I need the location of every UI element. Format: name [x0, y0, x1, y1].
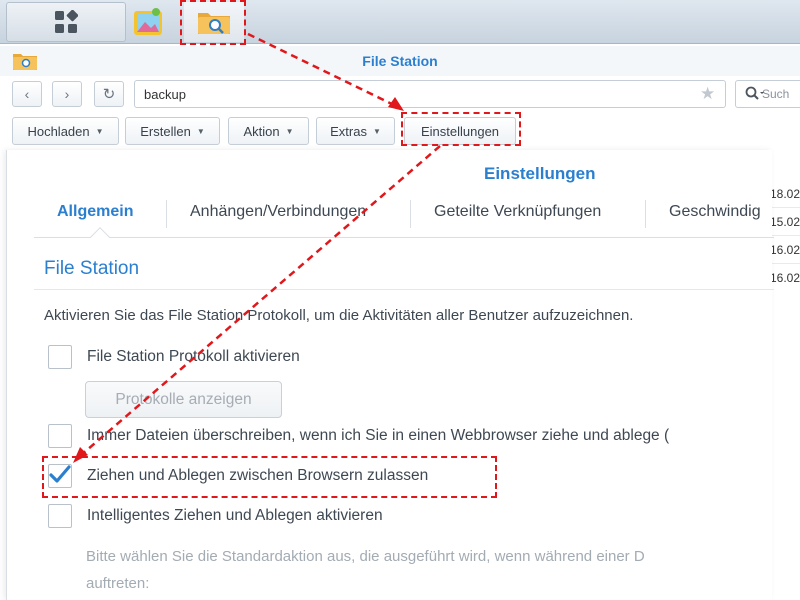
enable-log-label: File Station Protokoll aktivieren	[87, 348, 300, 365]
tab-separator	[645, 200, 646, 228]
background-date-cell: 16.02	[770, 243, 800, 257]
photo-app-icon	[134, 8, 162, 35]
extras-label: Extras	[330, 123, 367, 139]
annotation-box-option	[42, 456, 497, 498]
create-label: Erstellen	[140, 123, 191, 139]
action-label: Aktion	[243, 123, 280, 139]
section-divider	[34, 289, 774, 290]
caret-down-icon: ▼	[95, 126, 104, 136]
row-divider	[768, 235, 800, 236]
window-title: File Station	[362, 53, 438, 69]
overwrite-files-label: Immer Dateien überschreiben, wenn ich Si…	[87, 427, 670, 444]
forward-button[interactable]: ›	[52, 81, 82, 107]
section-title: File Station	[44, 258, 140, 279]
caret-down-icon: ▼	[196, 126, 205, 136]
log-description: Aktivieren Sie das File Station Protokol…	[44, 307, 634, 324]
annotation-box-taskbar	[180, 0, 246, 45]
chevron-left-icon: ‹	[24, 86, 30, 102]
grid-icon	[55, 10, 78, 33]
default-action-hint-cont: auftreten:	[86, 575, 150, 592]
tab-speed[interactable]: Geschwindig	[669, 203, 761, 221]
window-header[interactable]: File Station	[0, 46, 800, 76]
upload-button[interactable]: Hochladen ▼	[12, 117, 119, 145]
upload-label: Hochladen	[27, 123, 90, 139]
path-input[interactable]: backup	[134, 80, 726, 108]
tab-separator	[410, 200, 411, 228]
tab-attachments[interactable]: Anhängen/Verbindungen	[190, 203, 366, 221]
caret-down-icon: ▼	[372, 126, 381, 136]
dialog-title: Einstellungen	[484, 164, 596, 183]
background-date-cell: 18.02	[770, 187, 800, 201]
enable-log-checkbox[interactable]	[48, 345, 72, 369]
refresh-button[interactable]: ↻	[94, 81, 124, 107]
refresh-icon: ↻	[102, 86, 116, 103]
smart-dnd-checkbox[interactable]	[48, 504, 72, 528]
background-date-cell: 15.02	[770, 215, 800, 229]
create-button[interactable]: Erstellen ▼	[125, 117, 220, 145]
tabs-divider	[34, 237, 774, 238]
row-divider	[768, 207, 800, 208]
view-logs-button[interactable]: Protokolle anzeigen	[85, 381, 282, 418]
default-action-hint: Bitte wählen Sie die Standardaktion aus,…	[86, 548, 645, 565]
caret-down-icon: ▼	[285, 126, 294, 136]
chevron-right-icon: ›	[64, 86, 70, 102]
tab-general[interactable]: Allgemein	[57, 203, 133, 221]
main-menu-button[interactable]	[6, 2, 126, 42]
tab-separator	[166, 200, 167, 228]
annotation-box-settings	[401, 112, 521, 146]
taskbar	[0, 0, 800, 44]
favorite-star-icon[interactable]: ★	[700, 84, 715, 104]
overwrite-files-checkbox[interactable]	[48, 424, 72, 448]
action-button[interactable]: Aktion ▼	[228, 117, 309, 145]
back-button[interactable]: ‹	[12, 81, 42, 107]
background-date-cell: 16.02	[770, 271, 800, 285]
smart-dnd-label: Intelligentes Ziehen und Ablegen aktivie…	[87, 507, 383, 524]
row-divider	[768, 263, 800, 264]
tab-shared-links[interactable]: Geteilte Verknüpfungen	[434, 203, 601, 221]
photo-app-button[interactable]	[120, 2, 178, 42]
extras-button[interactable]: Extras ▼	[316, 117, 395, 145]
search-icon	[745, 86, 764, 100]
